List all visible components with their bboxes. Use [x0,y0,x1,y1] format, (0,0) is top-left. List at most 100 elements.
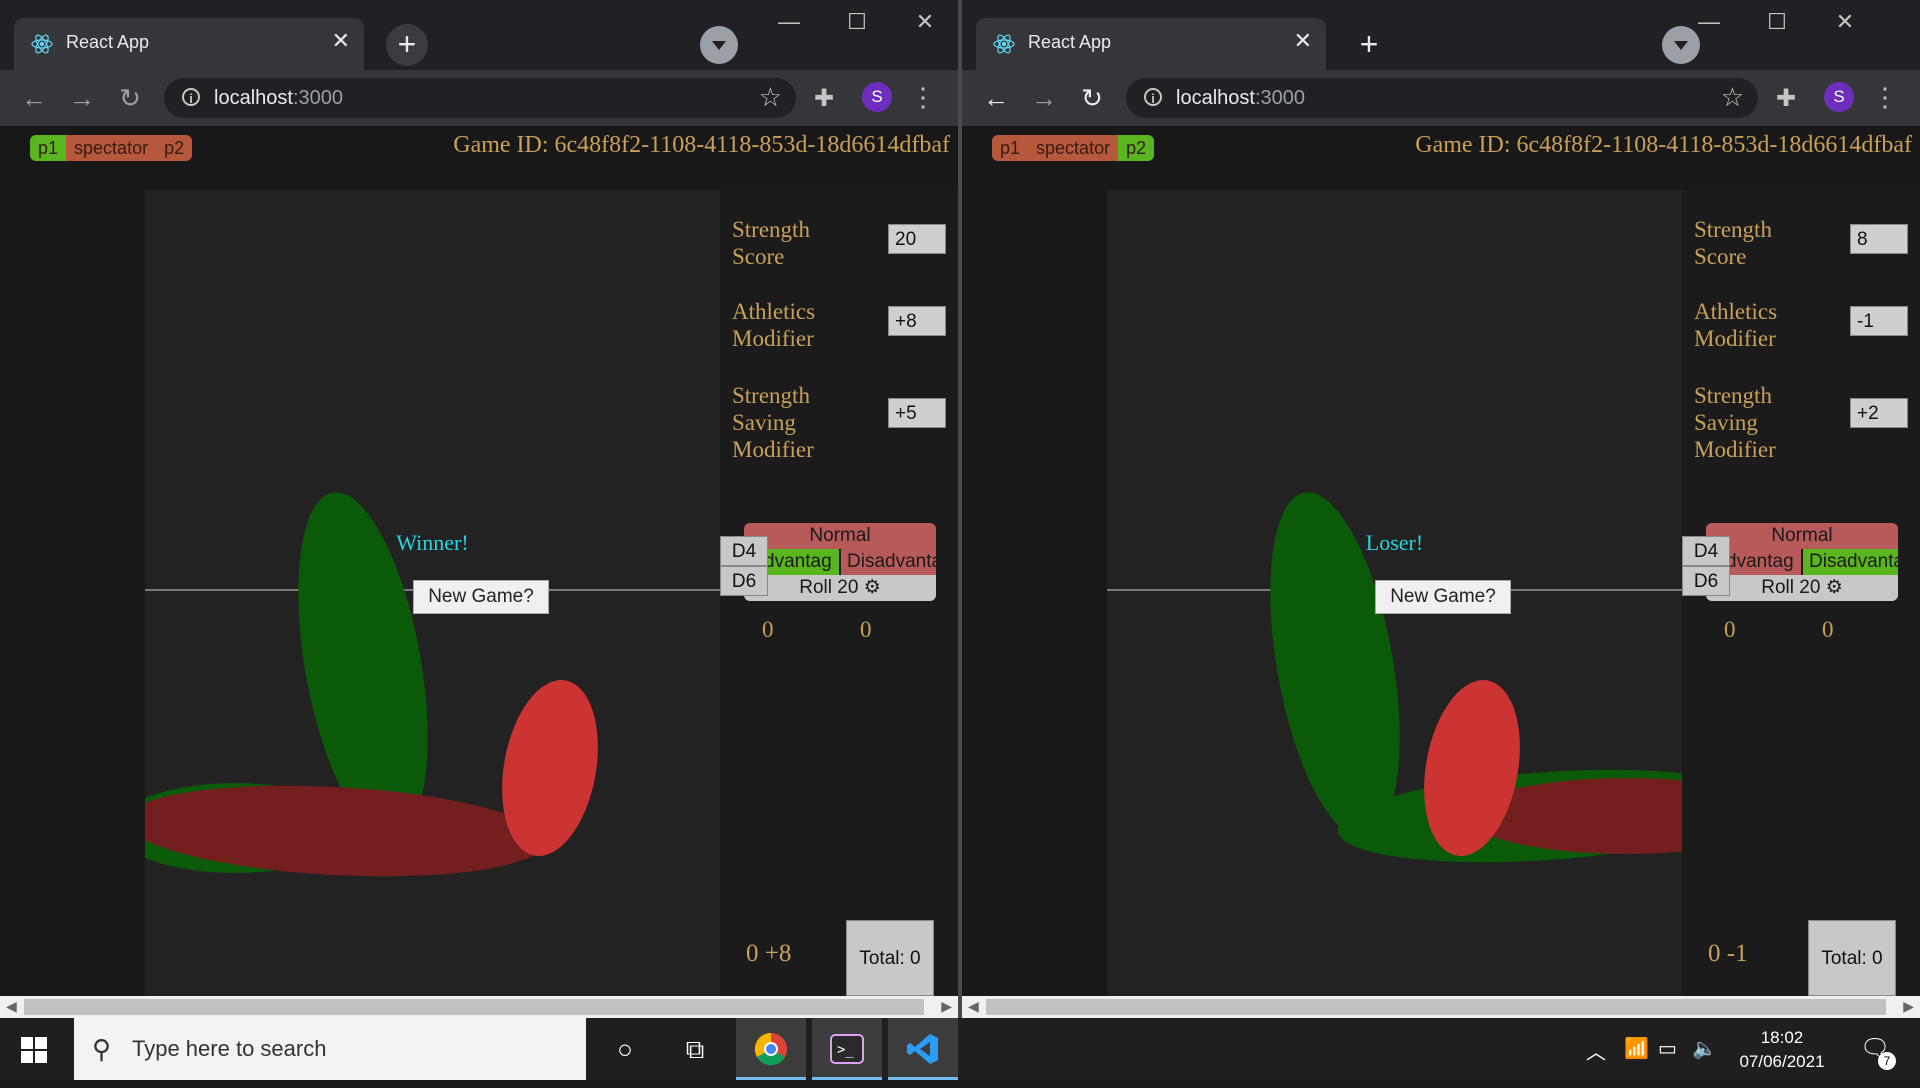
role-spectator[interactable]: spectator [66,135,157,161]
forward-button[interactable]: → [1026,80,1062,116]
modifier-summary: 0 +8 [746,940,792,967]
forward-button[interactable]: → [64,80,100,116]
back-button[interactable]: ← [16,80,52,116]
d4-button[interactable]: D4 [1682,536,1730,566]
saving-modifier-input[interactable]: +5 [888,398,946,428]
strength-score-input[interactable]: 8 [1850,224,1908,254]
athletics-modifier-input[interactable]: -1 [1850,306,1908,336]
cortana-icon[interactable]: ○ [590,1018,660,1080]
address-bar[interactable]: i localhost:3000 ☆ [1126,78,1758,118]
browser-tab[interactable]: React App ✕ [14,18,364,70]
saving-modifier-input[interactable]: +2 [1850,398,1908,428]
reload-button[interactable]: ↻ [1074,80,1110,116]
close-window-button[interactable]: ✕ [1811,0,1879,44]
chrome-taskbar-icon[interactable] [736,1018,806,1080]
terminal-taskbar-icon[interactable]: >_ [812,1018,882,1080]
volume-icon[interactable]: 🔈 [1692,1036,1717,1061]
strength-score-input[interactable]: 20 [888,224,946,254]
battery-icon[interactable]: ▭ [1658,1036,1677,1061]
athletics-modifier-label: Athletics Modifier [732,299,816,351]
address-bar[interactable]: i localhost:3000 ☆ [164,78,796,118]
scroll-left-icon[interactable]: ◀ [6,998,17,1015]
modifier-summary: 0 -1 [1708,940,1748,967]
new-tab-button[interactable]: + [386,24,428,66]
windows-taskbar: ⚲ Type here to search ○ ⧉ >_ ︿ 📶 ▭ 🔈 18:… [0,1018,1920,1080]
d4-button[interactable]: D4 [720,536,768,566]
bookmark-star-icon[interactable]: ☆ [1721,82,1744,113]
scrollbar-thumb[interactable] [24,999,924,1015]
bookmark-star-icon[interactable]: ☆ [759,82,782,113]
scroll-right-icon[interactable]: ▶ [941,998,952,1015]
show-hidden-icons-icon[interactable]: ︿ [1586,1036,1606,1065]
roll-mode-selector: Normal Advantag Disadvantag Roll 20 ⚙ [744,523,936,601]
role-spectator[interactable]: spectator [1028,135,1119,161]
horizontal-scrollbar[interactable]: ◀ ▶ [0,996,958,1018]
react-logo-icon [31,34,53,54]
dice-count-d6: 0 [860,617,872,642]
roll-mode-selector: Normal Advantag Disadvantag Roll 20 ⚙ [1706,523,1898,601]
search-icon: ⚲ [92,1034,112,1064]
result-label: Loser! [1365,530,1424,555]
reload-button[interactable]: ↻ [112,80,148,116]
site-info-icon[interactable]: i [182,88,200,106]
athletics-modifier-label: Athletics Modifier [1694,299,1778,351]
role-p2[interactable]: p2 [1118,135,1155,161]
d6-button[interactable]: D6 [720,566,768,596]
extensions-icon[interactable]: ✚ [1776,84,1804,112]
role-p1[interactable]: p1 [992,135,1029,161]
tab-search-button[interactable] [700,26,738,64]
roll-normal-button[interactable]: Normal [744,523,936,549]
back-button[interactable]: ← [978,80,1014,116]
close-tab-icon[interactable]: ✕ [1294,28,1312,54]
minimize-button[interactable]: — [1675,0,1743,44]
scrollbar-thumb[interactable] [986,999,1886,1015]
browser-window-right: React App ✕ + — ☐ ✕ ← → ↻ i localhost:30… [962,0,1920,1018]
new-game-button[interactable]: New Game? [413,580,549,614]
scroll-right-icon[interactable]: ▶ [1903,998,1914,1015]
wifi-icon[interactable]: 📶 [1624,1036,1649,1061]
maximize-button[interactable]: ☐ [823,0,891,44]
tab-title: React App [66,32,150,52]
d6-button[interactable]: D6 [1682,566,1730,596]
close-window-button[interactable]: ✕ [891,0,958,44]
roll-disadvantage-button[interactable]: Disadvantag [1803,549,1898,575]
maximize-button[interactable]: ☐ [1743,0,1811,44]
athletics-modifier-input[interactable]: +8 [888,306,946,336]
taskbar-clock[interactable]: 18:02 07/06/2021 [1730,1026,1834,1074]
browser-menu-icon[interactable]: ⋮ [910,82,936,112]
roll-d20-button[interactable]: Roll 20 ⚙ [744,575,936,601]
notification-center-icon[interactable]: 🗨 7 [1860,1034,1896,1070]
vscode-taskbar-icon[interactable] [888,1018,958,1080]
url-text[interactable]: localhost:3000 [214,87,343,110]
task-view-icon[interactable]: ⧉ [660,1018,730,1080]
browser-menu-icon[interactable]: ⋮ [1872,82,1898,112]
taskbar-search-box[interactable]: ⚲ Type here to search [74,1018,586,1080]
url-text[interactable]: localhost:3000 [1176,87,1305,110]
dice-count-d6: 0 [1822,617,1834,642]
role-p1[interactable]: p1 [30,135,67,161]
site-info-icon[interactable]: i [1144,88,1162,106]
game-id: Game ID: 6c48f8f2-1108-4118-853d-18d6614… [1415,132,1912,158]
search-placeholder: Type here to search [132,1036,327,1061]
strength-score-label: Strength Score [732,217,810,269]
minimize-button[interactable]: — [755,0,823,44]
roll-d20-button[interactable]: Roll 20 ⚙ [1706,575,1898,601]
clock-time: 18:02 [1760,1028,1804,1047]
roll-disadvantage-button[interactable]: Disadvantag [841,549,936,575]
browser-tab[interactable]: React App ✕ [976,18,1326,70]
game-board: Loser! New Game? [1107,190,1682,996]
profile-avatar[interactable]: S [862,82,892,112]
title-bar: React App ✕ + — ☐ ✕ [0,0,958,70]
extensions-icon[interactable]: ✚ [814,84,842,112]
new-tab-button[interactable]: + [1348,24,1390,66]
profile-avatar[interactable]: S [1824,82,1854,112]
dice-count-d4: 0 [762,617,774,642]
role-p2[interactable]: p2 [156,135,193,161]
roll-normal-button[interactable]: Normal [1706,523,1898,549]
close-tab-icon[interactable]: ✕ [332,28,350,54]
scroll-left-icon[interactable]: ◀ [968,998,979,1015]
horizontal-scrollbar[interactable]: ◀ ▶ [962,996,1920,1018]
svg-text:>_: >_ [837,1042,854,1058]
new-game-button[interactable]: New Game? [1375,580,1511,614]
windows-start-icon[interactable] [20,1036,48,1064]
